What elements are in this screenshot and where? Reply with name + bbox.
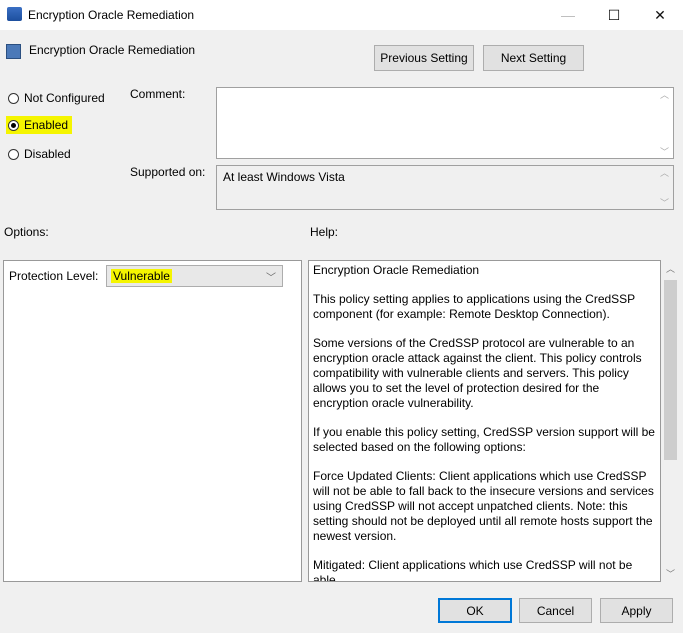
ok-button[interactable]: OK [438,598,512,623]
help-paragraph: If you enable this policy setting, CredS… [313,425,655,454]
radio-enabled[interactable]: Enabled [6,116,73,134]
radio-circle[interactable] [8,119,19,131]
chevron-down-icon: ﹀ [266,273,276,284]
cancel-button[interactable]: Cancel [519,598,592,623]
protection-level-label: Protection Level: [9,269,99,283]
help-paragraph: Some versions of the CredSSP protocol ar… [313,336,642,410]
comment-scrollbar[interactable]: ︿ ﹀ [656,88,673,158]
previous-setting-button[interactable]: Previous Setting [374,45,474,71]
maximize-button[interactable]: ☐ [591,0,637,30]
radio-label: Enabled [24,118,69,132]
comment-input[interactable]: ︿ ﹀ [216,87,674,159]
radio-label: Not Configured [24,91,105,105]
next-setting-button[interactable]: Next Setting [483,45,584,71]
comment-label: Comment: [130,87,186,101]
help-paragraph: Mitigated: Client applications which use… [313,558,633,582]
help-text-panel: Encryption Oracle Remediation This polic… [308,260,661,582]
radio-circle[interactable] [8,92,19,104]
supported-label: Supported on: [130,165,206,179]
protection-level-dropdown[interactable]: Vulnerable ﹀ [106,265,283,287]
supported-value: At least Windows Vista [223,170,345,184]
radio-not-configured[interactable]: Not Configured [8,91,105,105]
title-bar: Encryption Oracle Remediation — ☐ ✕ [0,0,683,30]
scroll-up-icon[interactable]: ︿ [666,262,675,275]
radio-disabled[interactable]: Disabled [8,147,71,161]
options-panel: Protection Level: Vulnerable ﹀ [3,260,302,582]
scroll-thumb[interactable] [664,280,677,460]
scroll-down-icon[interactable]: ﹀ [666,567,675,580]
close-button[interactable]: ✕ [637,0,683,30]
apply-button[interactable]: Apply [600,598,673,623]
policy-icon [6,44,21,59]
radio-label: Disabled [24,147,71,161]
window-title: Encryption Oracle Remediation [28,8,195,22]
setting-name: Encryption Oracle Remediation [29,43,196,57]
help-paragraph: Encryption Oracle Remediation [313,263,480,277]
minimize-button[interactable]: — [545,0,591,30]
help-paragraph: Force Updated Clients: Client applicatio… [313,469,654,543]
radio-circle[interactable] [8,148,19,160]
options-label: Options: [4,225,49,239]
supported-scrollbar[interactable]: ︿ ﹀ [656,166,673,209]
help-label: Help: [310,225,339,239]
protection-level-value: Vulnerable [111,269,172,283]
help-scrollbar[interactable]: ︿ ﹀ [662,260,679,582]
supported-field: At least Windows Vista ︿ ﹀ [216,165,674,210]
app-icon [7,7,22,21]
help-paragraph: This policy setting applies to applicati… [313,292,635,321]
